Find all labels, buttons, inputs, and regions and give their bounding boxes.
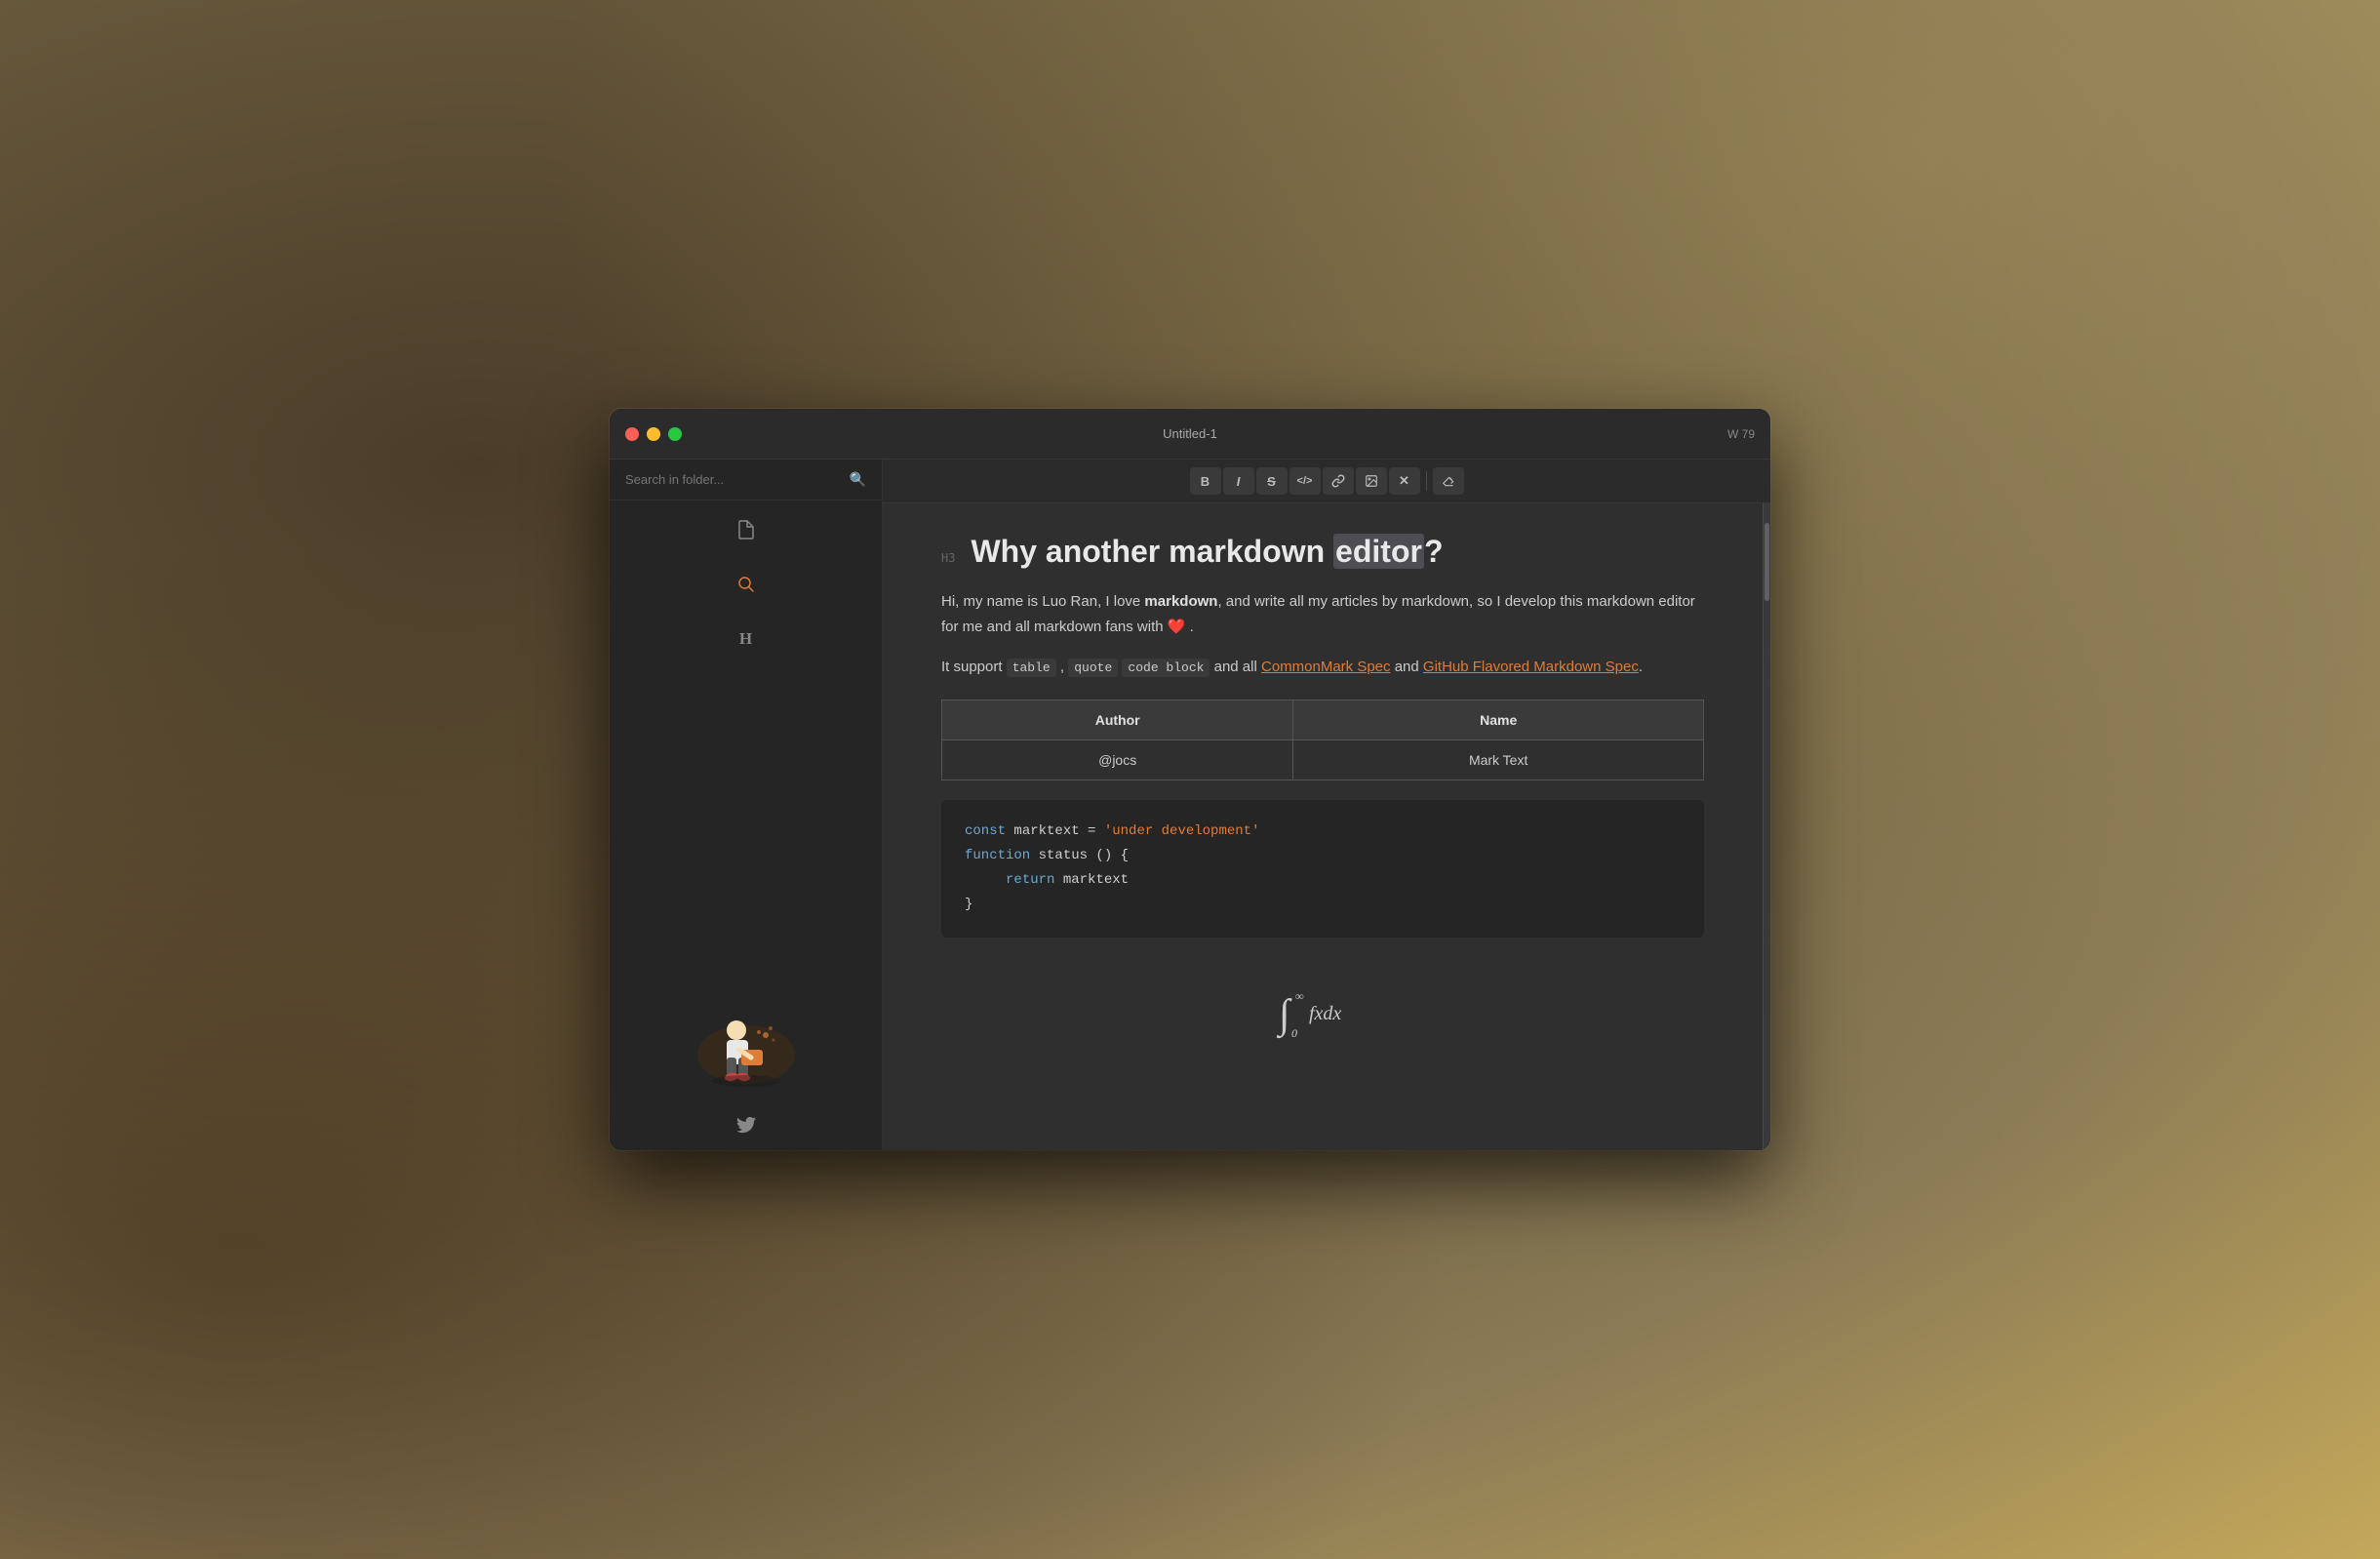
svg-text:∞: ∞ xyxy=(1295,989,1304,1003)
sidebar-icons: H xyxy=(610,500,882,668)
code-quote: quote xyxy=(1068,659,1118,677)
file-icon[interactable] xyxy=(729,512,764,547)
math-block: ∫ ∞ 0 fxdx xyxy=(941,957,1704,1068)
search-bar: 🔍 xyxy=(610,460,882,500)
twitter-icon[interactable] xyxy=(736,1116,756,1139)
code-inline-button[interactable]: </> xyxy=(1289,467,1321,495)
sidebar-bottom xyxy=(610,1104,882,1150)
paragraph-1: Hi, my name is Luo Ran, I love markdown,… xyxy=(941,589,1704,639)
svg-text:0: 0 xyxy=(1291,1026,1297,1039)
code-line-4: } xyxy=(965,893,1681,917)
minimize-button[interactable] xyxy=(647,427,660,441)
sidebar-illustration xyxy=(610,668,882,1104)
editor-area: B I S </> ✕ xyxy=(883,460,1770,1150)
heading-sidebar-icon[interactable]: H xyxy=(729,621,764,657)
maximize-button[interactable] xyxy=(668,427,682,441)
title-bar: Untitled-1 W 79 xyxy=(610,409,1770,460)
svg-text:∫: ∫ xyxy=(1276,992,1292,1039)
code-string-value: 'under development' xyxy=(1104,823,1260,839)
code-function-signature: status () { xyxy=(1039,848,1129,863)
commonmark-link[interactable]: CommonMark Spec xyxy=(1261,659,1391,675)
search-input[interactable] xyxy=(625,472,842,487)
code-closing-brace: } xyxy=(965,897,972,912)
code-block: const marktext = 'under development' fun… xyxy=(941,800,1704,938)
code-table: table xyxy=(1007,659,1056,677)
strikethrough-button[interactable]: S xyxy=(1256,467,1288,495)
code-line-2: function status () { xyxy=(965,844,1681,868)
code-codeblock: code block xyxy=(1122,659,1210,677)
paragraph-2: It support table , quote code block and … xyxy=(941,655,1704,680)
code-keyword-return: return xyxy=(1006,872,1054,888)
link-button[interactable] xyxy=(1323,467,1354,495)
traffic-lights xyxy=(625,427,682,441)
code-indent xyxy=(965,872,998,888)
clear-button[interactable]: ✕ xyxy=(1389,467,1420,495)
heading-level-label: H3 xyxy=(941,551,955,565)
italic-button[interactable]: I xyxy=(1223,467,1254,495)
scrollbar[interactable] xyxy=(1763,503,1770,1150)
code-line-1: const marktext = 'under development' xyxy=(965,819,1681,844)
svg-text:fxdx: fxdx xyxy=(1309,1003,1341,1024)
heading-highlight: editor xyxy=(1333,534,1424,569)
bold-button[interactable]: B xyxy=(1190,467,1221,495)
search-icon[interactable]: 🔍 xyxy=(850,471,866,488)
search-sidebar-icon[interactable] xyxy=(729,567,764,602)
heading-text: Why another markdown editor? xyxy=(971,533,1704,570)
bold-text: markdown xyxy=(1144,593,1217,610)
table-cell-author: @jocs xyxy=(942,740,1293,780)
code-keyword-function: function xyxy=(965,848,1030,863)
erase-button[interactable] xyxy=(1433,467,1464,495)
github-flavored-link[interactable]: GitHub Flavored Markdown Spec xyxy=(1423,659,1639,675)
code-return-value: marktext xyxy=(1063,872,1129,888)
word-count: W 79 xyxy=(1727,427,1755,441)
table-cell-name: Mark Text xyxy=(1293,740,1704,780)
table-row: @jocs Mark Text xyxy=(942,740,1704,780)
editor-content[interactable]: H3 Why another markdown editor? Hi, my n… xyxy=(883,503,1763,1150)
main-layout: 🔍 H xyxy=(610,460,1770,1150)
main-heading: H3 Why another markdown editor? xyxy=(941,533,1704,570)
toolbar-separator xyxy=(1426,471,1427,491)
code-var-marktext: marktext = xyxy=(1013,823,1103,839)
table-header-author: Author xyxy=(942,700,1293,740)
markdown-table: Author Name @jocs Mark Text xyxy=(941,700,1704,780)
close-button[interactable] xyxy=(625,427,639,441)
table-header-name: Name xyxy=(1293,700,1704,740)
code-keyword-const: const xyxy=(965,823,1006,839)
left-panel: 🔍 H xyxy=(610,460,883,1150)
image-button[interactable] xyxy=(1356,467,1387,495)
window-title: Untitled-1 xyxy=(1163,426,1217,441)
code-line-3: return marktext xyxy=(965,868,1681,893)
format-toolbar: B I S </> ✕ xyxy=(883,460,1770,503)
app-window: Untitled-1 W 79 🔍 xyxy=(610,409,1770,1150)
math-expression: ∫ ∞ 0 fxdx xyxy=(1274,980,1371,1045)
